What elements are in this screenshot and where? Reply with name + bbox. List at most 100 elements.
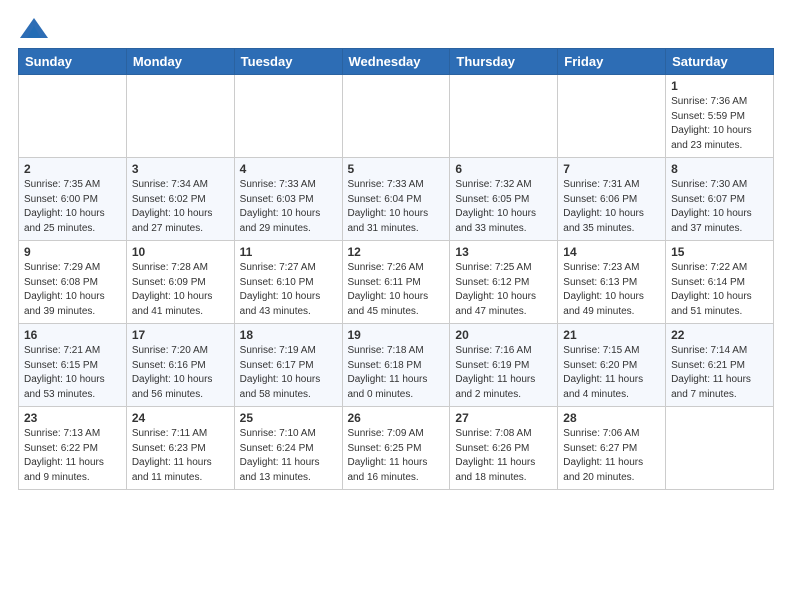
- logo-icon: [20, 18, 48, 38]
- day-info: Sunrise: 7:08 AM Sunset: 6:26 PM Dayligh…: [455, 427, 552, 485]
- day-number: 4: [240, 162, 337, 176]
- calendar-week-row: 2 Sunrise: 7:35 AM Sunset: 6:00 PM Daylig…: [19, 158, 774, 241]
- calendar-cell: 4 Sunrise: 7:33 AM Sunset: 6:03 PM Daylig…: [234, 158, 342, 241]
- day-info: Sunrise: 7:29 AM Sunset: 6:08 PM Dayligh…: [24, 261, 121, 319]
- day-info: Sunrise: 7:10 AM Sunset: 6:24 PM Dayligh…: [240, 427, 337, 485]
- weekday-header-saturday: Saturday: [666, 49, 774, 75]
- weekday-header-row: SundayMondayTuesdayWednesdayThursdayFrid…: [19, 49, 774, 75]
- day-info: Sunrise: 7:36 AM Sunset: 5:59 PM Dayligh…: [671, 95, 768, 153]
- day-number: 7: [563, 162, 660, 176]
- calendar-cell: [666, 407, 774, 490]
- weekday-header-sunday: Sunday: [19, 49, 127, 75]
- day-number: 23: [24, 411, 121, 425]
- day-info: Sunrise: 7:09 AM Sunset: 6:25 PM Dayligh…: [348, 427, 445, 485]
- day-info: Sunrise: 7:18 AM Sunset: 6:18 PM Dayligh…: [348, 344, 445, 402]
- weekday-header-monday: Monday: [126, 49, 234, 75]
- calendar-cell: 22 Sunrise: 7:14 AM Sunset: 6:21 PM Dayli…: [666, 324, 774, 407]
- calendar-cell: 10Sunrise: 7:28 AM Sunset: 6:09 PM Dayli…: [126, 241, 234, 324]
- day-number: 12: [348, 245, 445, 259]
- day-number: 3: [132, 162, 229, 176]
- calendar-cell: 16Sunrise: 7:21 AM Sunset: 6:15 PM Dayli…: [19, 324, 127, 407]
- calendar-cell: 23Sunrise: 7:13 AM Sunset: 6:22 PM Dayli…: [19, 407, 127, 490]
- weekday-header-tuesday: Tuesday: [234, 49, 342, 75]
- calendar-cell: 24 Sunrise: 7:11 AM Sunset: 6:23 PM Dayli…: [126, 407, 234, 490]
- calendar-cell: 18 Sunrise: 7:19 AM Sunset: 6:17 PM Dayli…: [234, 324, 342, 407]
- day-number: 8: [671, 162, 768, 176]
- day-number: 11: [240, 245, 337, 259]
- weekday-header-friday: Friday: [558, 49, 666, 75]
- calendar-cell: 28 Sunrise: 7:06 AM Sunset: 6:27 PM Dayli…: [558, 407, 666, 490]
- page: SundayMondayTuesdayWednesdayThursdayFrid…: [0, 0, 792, 508]
- day-info: Sunrise: 7:28 AM Sunset: 6:09 PM Dayligh…: [132, 261, 229, 319]
- calendar-cell: 27 Sunrise: 7:08 AM Sunset: 6:26 PM Dayli…: [450, 407, 558, 490]
- calendar-cell: 7 Sunrise: 7:31 AM Sunset: 6:06 PM Daylig…: [558, 158, 666, 241]
- calendar-cell: 12 Sunrise: 7:26 AM Sunset: 6:11 PM Dayli…: [342, 241, 450, 324]
- calendar-cell: 6 Sunrise: 7:32 AM Sunset: 6:05 PM Daylig…: [450, 158, 558, 241]
- day-number: 17: [132, 328, 229, 342]
- calendar-cell: 21 Sunrise: 7:15 AM Sunset: 6:20 PM Dayli…: [558, 324, 666, 407]
- day-info: Sunrise: 7:23 AM Sunset: 6:13 PM Dayligh…: [563, 261, 660, 319]
- day-number: 27: [455, 411, 552, 425]
- day-info: Sunrise: 7:27 AM Sunset: 6:10 PM Dayligh…: [240, 261, 337, 319]
- day-info: Sunrise: 7:16 AM Sunset: 6:19 PM Dayligh…: [455, 344, 552, 402]
- calendar-cell: 14 Sunrise: 7:23 AM Sunset: 6:13 PM Dayli…: [558, 241, 666, 324]
- day-number: 1: [671, 79, 768, 93]
- day-info: Sunrise: 7:26 AM Sunset: 6:11 PM Dayligh…: [348, 261, 445, 319]
- day-info: Sunrise: 7:06 AM Sunset: 6:27 PM Dayligh…: [563, 427, 660, 485]
- calendar-cell: 9 Sunrise: 7:29 AM Sunset: 6:08 PM Daylig…: [19, 241, 127, 324]
- day-info: Sunrise: 7:19 AM Sunset: 6:17 PM Dayligh…: [240, 344, 337, 402]
- day-number: 13: [455, 245, 552, 259]
- calendar-cell: 2 Sunrise: 7:35 AM Sunset: 6:00 PM Daylig…: [19, 158, 127, 241]
- calendar-cell: 25 Sunrise: 7:10 AM Sunset: 6:24 PM Dayli…: [234, 407, 342, 490]
- calendar-cell: 1 Sunrise: 7:36 AM Sunset: 5:59 PM Daylig…: [666, 75, 774, 158]
- calendar-cell: [126, 75, 234, 158]
- calendar-cell: 26 Sunrise: 7:09 AM Sunset: 6:25 PM Dayli…: [342, 407, 450, 490]
- calendar-cell: 13Sunrise: 7:25 AM Sunset: 6:12 PM Dayli…: [450, 241, 558, 324]
- day-info: Sunrise: 7:21 AM Sunset: 6:15 PM Dayligh…: [24, 344, 121, 402]
- calendar: SundayMondayTuesdayWednesdayThursdayFrid…: [18, 48, 774, 490]
- day-info: Sunrise: 7:33 AM Sunset: 6:04 PM Dayligh…: [348, 178, 445, 236]
- day-info: Sunrise: 7:35 AM Sunset: 6:00 PM Dayligh…: [24, 178, 121, 236]
- day-info: Sunrise: 7:34 AM Sunset: 6:02 PM Dayligh…: [132, 178, 229, 236]
- calendar-cell: [450, 75, 558, 158]
- day-info: Sunrise: 7:30 AM Sunset: 6:07 PM Dayligh…: [671, 178, 768, 236]
- calendar-cell: 15Sunrise: 7:22 AM Sunset: 6:14 PM Dayli…: [666, 241, 774, 324]
- calendar-cell: 3 Sunrise: 7:34 AM Sunset: 6:02 PM Daylig…: [126, 158, 234, 241]
- day-info: Sunrise: 7:22 AM Sunset: 6:14 PM Dayligh…: [671, 261, 768, 319]
- day-number: 2: [24, 162, 121, 176]
- day-number: 5: [348, 162, 445, 176]
- calendar-cell: 17 Sunrise: 7:20 AM Sunset: 6:16 PM Dayli…: [126, 324, 234, 407]
- calendar-week-row: 23Sunrise: 7:13 AM Sunset: 6:22 PM Dayli…: [19, 407, 774, 490]
- day-number: 9: [24, 245, 121, 259]
- day-info: Sunrise: 7:15 AM Sunset: 6:20 PM Dayligh…: [563, 344, 660, 402]
- day-info: Sunrise: 7:31 AM Sunset: 6:06 PM Dayligh…: [563, 178, 660, 236]
- day-info: Sunrise: 7:11 AM Sunset: 6:23 PM Dayligh…: [132, 427, 229, 485]
- calendar-cell: 5 Sunrise: 7:33 AM Sunset: 6:04 PM Daylig…: [342, 158, 450, 241]
- day-info: Sunrise: 7:14 AM Sunset: 6:21 PM Dayligh…: [671, 344, 768, 402]
- calendar-week-row: 16Sunrise: 7:21 AM Sunset: 6:15 PM Dayli…: [19, 324, 774, 407]
- calendar-cell: 20Sunrise: 7:16 AM Sunset: 6:19 PM Dayli…: [450, 324, 558, 407]
- day-number: 26: [348, 411, 445, 425]
- calendar-cell: [342, 75, 450, 158]
- calendar-cell: [19, 75, 127, 158]
- day-info: Sunrise: 7:20 AM Sunset: 6:16 PM Dayligh…: [132, 344, 229, 402]
- day-number: 28: [563, 411, 660, 425]
- day-number: 14: [563, 245, 660, 259]
- weekday-header-wednesday: Wednesday: [342, 49, 450, 75]
- day-number: 25: [240, 411, 337, 425]
- calendar-cell: 11 Sunrise: 7:27 AM Sunset: 6:10 PM Dayli…: [234, 241, 342, 324]
- calendar-cell: [234, 75, 342, 158]
- calendar-week-row: 9 Sunrise: 7:29 AM Sunset: 6:08 PM Daylig…: [19, 241, 774, 324]
- calendar-cell: [558, 75, 666, 158]
- header: [18, 18, 774, 36]
- day-number: 6: [455, 162, 552, 176]
- day-number: 24: [132, 411, 229, 425]
- day-number: 19: [348, 328, 445, 342]
- day-info: Sunrise: 7:33 AM Sunset: 6:03 PM Dayligh…: [240, 178, 337, 236]
- day-number: 21: [563, 328, 660, 342]
- weekday-header-thursday: Thursday: [450, 49, 558, 75]
- day-number: 22: [671, 328, 768, 342]
- day-info: Sunrise: 7:32 AM Sunset: 6:05 PM Dayligh…: [455, 178, 552, 236]
- calendar-week-row: 1 Sunrise: 7:36 AM Sunset: 5:59 PM Daylig…: [19, 75, 774, 158]
- day-number: 18: [240, 328, 337, 342]
